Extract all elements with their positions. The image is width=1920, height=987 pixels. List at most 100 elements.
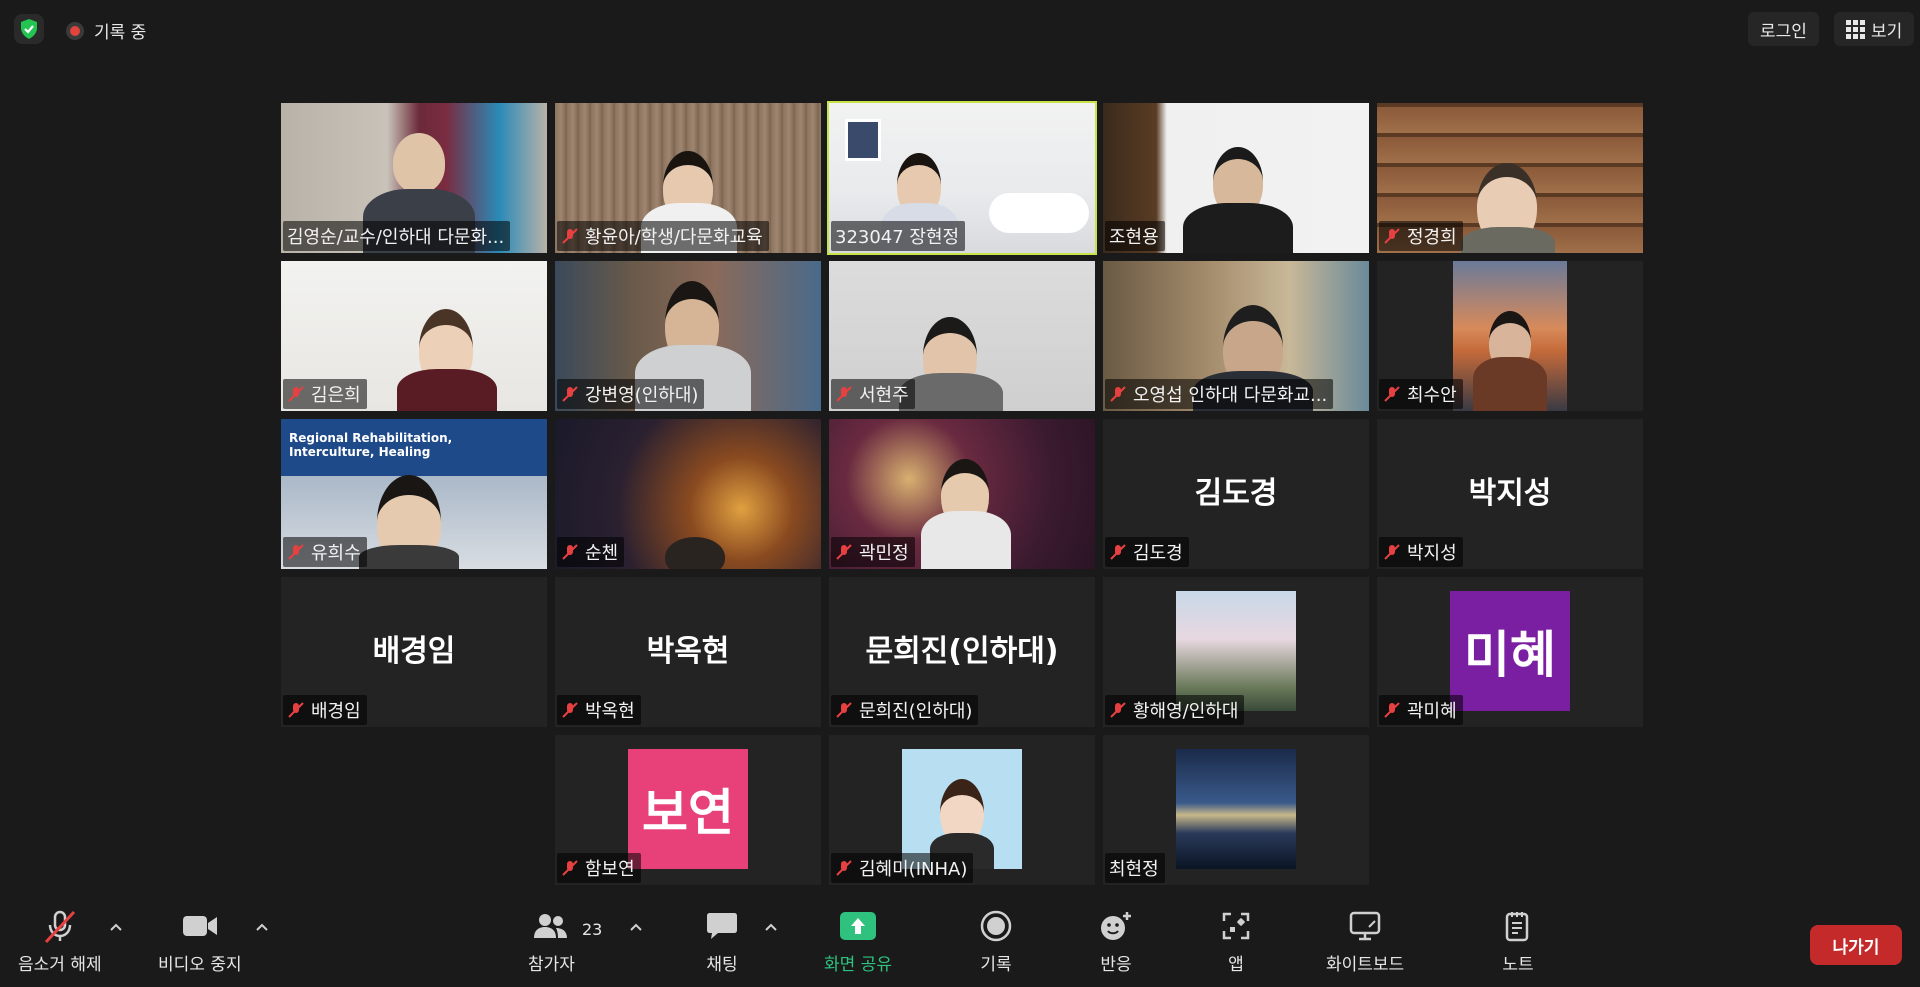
login-label: 로그인: [1760, 21, 1807, 42]
participant-tile[interactable]: 황해영/인하대: [1103, 577, 1369, 727]
participant-tile[interactable]: 순첸: [555, 419, 821, 569]
participant-tile[interactable]: 박옥현 박옥현: [555, 577, 821, 727]
share-screen-label: 화면 공유: [824, 955, 892, 975]
participant-name-tag: 정경희: [1379, 221, 1463, 251]
notes-label: 노트: [1502, 955, 1534, 975]
mic-muted-icon: [562, 386, 578, 402]
participant-name-tag: 함보연: [557, 853, 641, 883]
mic-muted-icon: [836, 702, 852, 718]
participant-name-tag: 서현주: [831, 379, 915, 409]
notes-icon: [1496, 908, 1540, 944]
participant-tile[interactable]: 박지성 박지성: [1377, 419, 1643, 569]
mic-muted-icon: [562, 702, 578, 718]
mic-muted-icon: [1110, 544, 1126, 560]
view-button[interactable]: 보기: [1834, 12, 1915, 46]
mic-muted-icon: [1384, 702, 1400, 718]
participant-tile[interactable]: Regional Rehabilitation, Interculture, H…: [281, 419, 547, 569]
participants-options-chevron-icon[interactable]: [628, 920, 644, 936]
mic-muted-icon: [1384, 386, 1400, 402]
participant-tile[interactable]: 김도경 김도경: [1103, 419, 1369, 569]
participant-tile[interactable]: 김혜미(INHA): [829, 735, 1095, 885]
mic-muted-icon: [288, 386, 304, 402]
mic-muted-icon: [836, 860, 852, 876]
participant-tile[interactable]: 황윤아/학생/다문화교육: [555, 103, 821, 253]
participant-tile-active-speaker[interactable]: 323047 장현정: [827, 101, 1097, 255]
participant-name-tag: 황윤아/학생/다문화교육: [557, 221, 769, 251]
stop-video-button[interactable]: 비디오 중지: [158, 908, 242, 975]
participant-name-tag: 김도경: [1105, 537, 1189, 567]
participant-tile[interactable]: 서현주: [829, 261, 1095, 411]
profile-picture: [1176, 591, 1296, 711]
whiteboard-button[interactable]: 화이트보드: [1326, 908, 1404, 975]
participant-tile[interactable]: 배경임 배경임: [281, 577, 547, 727]
participant-tile[interactable]: 곽민정: [829, 419, 1095, 569]
leave-button[interactable]: 나가기: [1810, 925, 1902, 965]
login-button[interactable]: 로그인: [1748, 12, 1819, 46]
chat-label: 채팅: [706, 955, 738, 975]
participant-name-tag: 박지성: [1379, 537, 1463, 567]
unmute-button[interactable]: 음소거 해제: [18, 908, 102, 975]
mic-muted-icon: [836, 544, 852, 560]
record-label: 기록: [980, 955, 1012, 975]
chat-bubble-icon: [700, 908, 744, 944]
participant-tile[interactable]: 정경희: [1377, 103, 1643, 253]
mic-muted-icon: [836, 386, 852, 402]
participant-tile[interactable]: 보연 함보연: [555, 735, 821, 885]
apps-label: 앱: [1228, 955, 1244, 975]
avatar: 미혜: [1450, 591, 1570, 711]
participant-name-tag: 문희진(인하대): [831, 695, 979, 725]
participant-tile[interactable]: 김은희: [281, 261, 547, 411]
participant-tile[interactable]: 문희진(인하대) 문희진(인하대): [829, 577, 1095, 727]
participant-name-tag: 김영순/교수/인하대 다문화...: [283, 221, 511, 251]
notes-button[interactable]: 노트: [1496, 908, 1540, 975]
participant-name-tag: 김혜미(INHA): [831, 853, 974, 883]
mic-muted-icon: [1110, 386, 1126, 402]
participant-name-tag: 곽미혜: [1379, 695, 1463, 725]
participant-name-tag: 최수안: [1379, 379, 1463, 409]
top-bar: 기록 중 로그인 보기: [0, 0, 1920, 58]
participant-name-tag: 김은희: [283, 379, 367, 409]
participant-tile[interactable]: 강변영(인하대): [555, 261, 821, 411]
chat-button[interactable]: 채팅: [700, 908, 744, 975]
mic-muted-icon: [1384, 228, 1400, 244]
video-camera-icon: [178, 908, 222, 944]
participant-name-tag: 강변영(인하대): [557, 379, 705, 409]
unmute-label: 음소거 해제: [18, 955, 102, 975]
participant-tile[interactable]: 미혜 곽미혜: [1377, 577, 1643, 727]
smiley-plus-icon: [1094, 908, 1138, 944]
security-shield-icon[interactable]: [14, 14, 44, 44]
share-screen-button[interactable]: 화면 공유: [824, 908, 892, 975]
participant-name-tag: 곽민정: [831, 537, 915, 567]
profile-picture: [902, 749, 1022, 869]
record-icon: [974, 908, 1018, 944]
participant-tile[interactable]: 오영섭 인하대 다문화교...: [1103, 261, 1369, 411]
background-banner-text: Regional Rehabilitation, Interculture, H…: [289, 431, 453, 459]
participant-tile[interactable]: 최수안: [1377, 261, 1643, 411]
participant-name-tag: 황해영/인하대: [1105, 695, 1245, 725]
mic-muted-icon: [562, 544, 578, 560]
video-options-chevron-icon[interactable]: [254, 920, 270, 936]
participant-tile[interactable]: 조현용: [1103, 103, 1369, 253]
avatar: 보연: [628, 749, 748, 869]
profile-picture: [1176, 749, 1296, 869]
mic-muted-icon: [562, 860, 578, 876]
mic-muted-icon: [288, 544, 304, 560]
apps-button[interactable]: 앱: [1214, 908, 1258, 975]
recording-indicator[interactable]: 기록 중: [66, 18, 146, 43]
leave-label: 나가기: [1832, 937, 1880, 958]
audio-options-chevron-icon[interactable]: [108, 920, 124, 936]
stop-video-label: 비디오 중지: [158, 955, 242, 975]
whiteboard-icon: [1343, 908, 1387, 944]
record-icon: [66, 21, 84, 40]
grid-view-icon: [1846, 19, 1865, 39]
participant-tile[interactable]: 김영순/교수/인하대 다문화...: [281, 103, 547, 253]
record-button[interactable]: 기록: [974, 908, 1018, 975]
participants-button[interactable]: 참가자: [528, 908, 575, 975]
chat-options-chevron-icon[interactable]: [763, 920, 779, 936]
reactions-button[interactable]: 반응: [1094, 908, 1138, 975]
participant-name-tag: 순첸: [557, 537, 625, 567]
participant-tile[interactable]: 최현정: [1103, 735, 1369, 885]
meeting-toolbar: 음소거 해제 비디오 중지 참가자 23 채팅 화면 공유 기록 반응 앱 화이…: [0, 900, 1920, 987]
mic-muted-icon: [562, 228, 578, 244]
reactions-label: 반응: [1100, 955, 1132, 975]
